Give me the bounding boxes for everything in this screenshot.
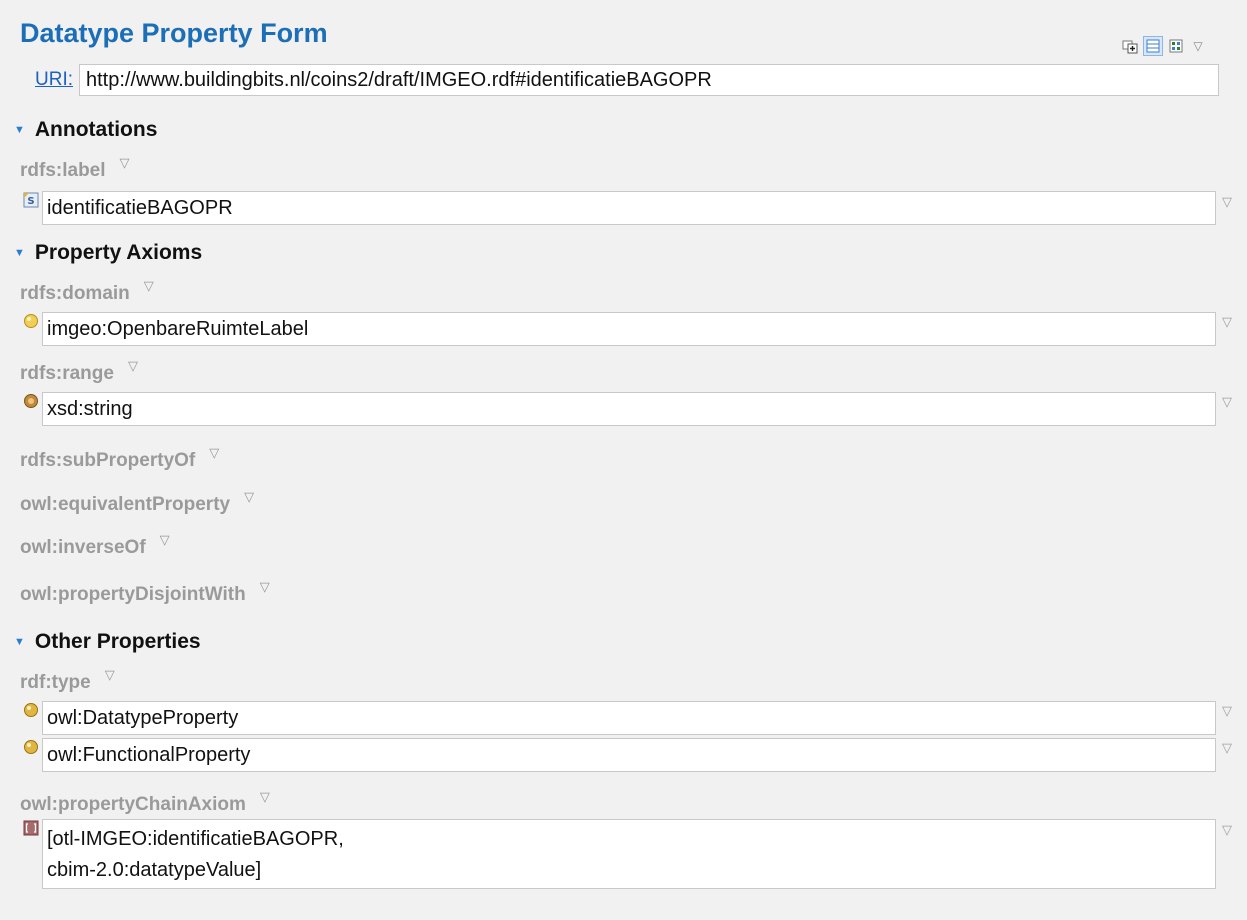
add-value-chevron-icon[interactable]: ▽: [144, 278, 154, 294]
section-property-axioms[interactable]: ▼ Property Axioms: [14, 241, 202, 265]
prop-label-rdfs-range: rdfs:range ▽: [20, 358, 138, 384]
section-title: Property Axioms: [34, 241, 203, 264]
prop-label-owl-propertydisjointwith: owl:propertyDisjointWith ▽: [20, 579, 270, 605]
section-other-properties[interactable]: ▼ Other Properties: [14, 630, 201, 654]
value-field-multiline[interactable]: [otl-IMGEO:identificatieBAGOPR, cbim-2.0…: [42, 819, 1216, 889]
add-value-chevron-icon[interactable]: ▽: [209, 445, 219, 461]
value-field[interactable]: xsd:string: [42, 392, 1216, 426]
add-value-chevron-icon[interactable]: ▽: [128, 358, 138, 374]
class-icon: [22, 312, 40, 330]
section-title: Annotations: [34, 118, 158, 141]
prop-label-rdf-type: rdf:type ▽: [20, 667, 115, 693]
value-row-owl-propertychainaxiom: [otl-IMGEO:identificatieBAGOPR, cbim-2.0…: [22, 819, 1216, 889]
value-menu-chevron-icon[interactable]: ▽: [1222, 314, 1232, 330]
grid-view-icon[interactable]: [1167, 37, 1185, 55]
value-row-rdf-type-1: owl:DatatypeProperty: [22, 701, 1216, 735]
form-title: Datatype Property Form: [20, 18, 328, 48]
uri-field[interactable]: http://www.buildingbits.nl/coins2/draft/…: [79, 64, 1219, 96]
collapse-view-icon[interactable]: [1143, 36, 1163, 56]
prop-label-owl-propertychainaxiom: owl:propertyChainAxiom ▽: [20, 789, 270, 815]
add-widget-icon[interactable]: [1121, 37, 1139, 55]
class-icon: [22, 701, 40, 719]
prop-label-owl-equivalentproperty: owl:equivalentProperty ▽: [20, 489, 255, 515]
prop-label-owl-inverseof: owl:inverseOf ▽: [20, 532, 170, 558]
form-toolbar: ▽: [1121, 36, 1207, 56]
view-menu-chevron-icon[interactable]: ▽: [1189, 37, 1207, 55]
value-row-rdfs-label: S identificatieBAGOPR: [22, 191, 1216, 225]
add-value-chevron-icon[interactable]: ▽: [244, 489, 254, 505]
add-value-chevron-icon[interactable]: ▽: [160, 532, 170, 548]
value-row-rdfs-range: xsd:string: [22, 392, 1216, 426]
value-menu-chevron-icon[interactable]: ▽: [1222, 822, 1232, 838]
value-menu-chevron-icon[interactable]: ▽: [1222, 740, 1232, 756]
prop-label-rdfs-subpropertyof: rdfs:subPropertyOf ▽: [20, 445, 220, 471]
value-field[interactable]: owl:DatatypeProperty: [42, 701, 1216, 735]
prop-label-rdfs-label: rdfs:label ▽: [20, 155, 130, 181]
add-value-chevron-icon[interactable]: ▽: [120, 155, 130, 171]
add-value-chevron-icon[interactable]: ▽: [260, 789, 270, 805]
prop-label-rdfs-domain: rdfs:domain ▽: [20, 278, 154, 304]
value-row-rdf-type-2: owl:FunctionalProperty: [22, 738, 1216, 772]
value-line: cbim-2.0:datatypeValue]: [47, 859, 262, 881]
class-icon: [22, 738, 40, 756]
section-annotations[interactable]: ▼ Annotations: [14, 118, 157, 142]
string-literal-icon: S: [22, 191, 40, 209]
add-value-chevron-icon[interactable]: ▽: [105, 667, 115, 683]
expand-twisty-icon[interactable]: ▼: [14, 247, 25, 259]
list-icon: [22, 819, 40, 837]
uri-link[interactable]: URI:: [35, 69, 73, 91]
value-line: [otl-IMGEO:identificatieBAGOPR,: [47, 828, 344, 850]
expand-twisty-icon[interactable]: ▼: [14, 636, 25, 648]
svg-text:S: S: [27, 196, 34, 207]
expand-twisty-icon[interactable]: ▼: [14, 124, 25, 136]
value-field[interactable]: identificatieBAGOPR: [42, 191, 1216, 225]
uri-row: URI: http://www.buildingbits.nl/coins2/d…: [35, 64, 1219, 96]
value-row-rdfs-domain: imgeo:OpenbareRuimteLabel: [22, 312, 1216, 346]
value-field[interactable]: owl:FunctionalProperty: [42, 738, 1216, 772]
value-field[interactable]: imgeo:OpenbareRuimteLabel: [42, 312, 1216, 346]
value-menu-chevron-icon[interactable]: ▽: [1222, 194, 1232, 210]
datatype-icon: [22, 392, 40, 410]
value-menu-chevron-icon[interactable]: ▽: [1222, 703, 1232, 719]
value-menu-chevron-icon[interactable]: ▽: [1222, 394, 1232, 410]
section-title: Other Properties: [34, 630, 201, 653]
add-value-chevron-icon[interactable]: ▽: [260, 579, 270, 595]
